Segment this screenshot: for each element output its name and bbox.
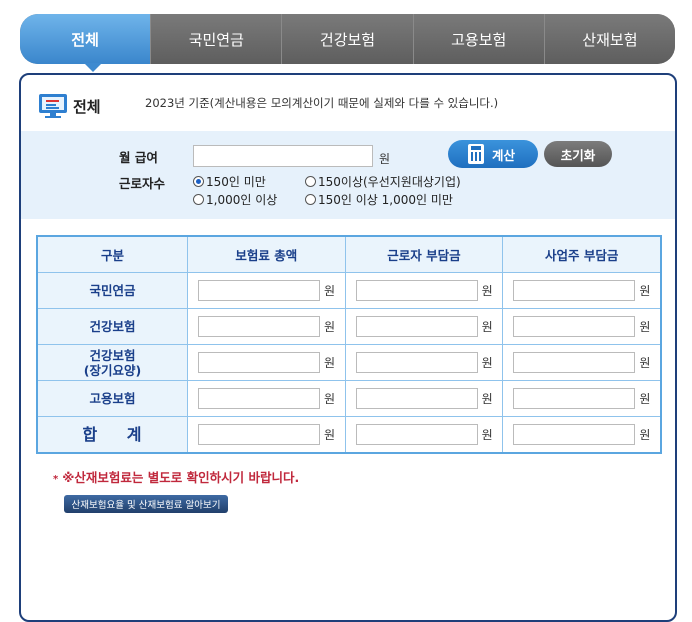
employee-field[interactable] bbox=[355, 424, 478, 445]
employee-field[interactable] bbox=[355, 388, 478, 409]
total-field[interactable] bbox=[198, 280, 320, 301]
row-label: 건강보험 bbox=[36, 308, 188, 345]
notice-bullet: * bbox=[53, 474, 59, 485]
total-field[interactable] bbox=[198, 352, 320, 373]
tab-all[interactable]: 전체 bbox=[20, 14, 151, 64]
input-form: 월 급여 원 계산 초기화 근로자수 150인 미만 150이상(우선지원대상기… bbox=[21, 131, 675, 219]
employer-field[interactable] bbox=[513, 352, 636, 373]
tab-health-insurance[interactable]: 건강보험 bbox=[281, 14, 413, 64]
page-title: 전체 bbox=[73, 97, 101, 116]
table-row-total: 합 계 원 원 원 bbox=[36, 416, 662, 454]
calculate-label: 계산 bbox=[492, 147, 516, 163]
radio-under-150[interactable]: 150인 미만 bbox=[193, 173, 266, 190]
table-row: 고용보험 원 원 원 bbox=[36, 380, 662, 417]
employee-field[interactable] bbox=[355, 316, 478, 337]
radio-150-to-1000[interactable]: 150인 이상 1,000인 미만 bbox=[305, 191, 453, 208]
calculator-icon bbox=[468, 144, 484, 164]
wage-unit: 원 bbox=[379, 152, 391, 166]
row-label: 고용보험 bbox=[36, 380, 188, 417]
col-category: 구분 bbox=[36, 235, 188, 273]
table-header-row: 구분 보험료 총액 근로자 부담금 사업주 부담금 bbox=[36, 235, 662, 273]
col-employer-share: 사업주 부담금 bbox=[502, 235, 662, 273]
total-field[interactable] bbox=[198, 316, 320, 337]
employer-field[interactable] bbox=[513, 388, 636, 409]
radio-dot bbox=[193, 176, 204, 187]
workers-label: 근로자수 bbox=[119, 176, 166, 191]
employer-field[interactable] bbox=[513, 424, 636, 445]
wage-input[interactable] bbox=[193, 145, 373, 167]
col-total-premium: 보험료 총액 bbox=[187, 235, 346, 273]
radio-dot bbox=[193, 194, 204, 205]
calculator-panel: 전체 2023년 기준(계산내용은 모의계산이기 때문에 실제와 다를 수 있습… bbox=[19, 73, 677, 622]
monitor-icon bbox=[39, 94, 67, 118]
employer-field[interactable] bbox=[513, 316, 636, 337]
total-field[interactable] bbox=[198, 388, 320, 409]
radio-150-priority[interactable]: 150이상(우선지원대상기업) bbox=[305, 173, 461, 190]
wage-label: 월 급여 bbox=[119, 150, 158, 165]
col-employee-share: 근로자 부담금 bbox=[344, 235, 504, 273]
tab-employment-insurance[interactable]: 고용보험 bbox=[412, 14, 544, 64]
industrial-accident-notice: * ※산재보험료는 별도로 확인하시기 바랍니다. bbox=[53, 470, 300, 485]
tab-industrial-accident[interactable]: 산재보험 bbox=[543, 14, 675, 64]
radio-dot bbox=[305, 176, 316, 187]
employee-field[interactable] bbox=[355, 280, 478, 301]
radio-dot bbox=[305, 194, 316, 205]
panel-header: 전체 bbox=[39, 93, 101, 119]
radio-1000-over[interactable]: 1,000인 이상 bbox=[193, 191, 277, 208]
employer-field[interactable] bbox=[513, 280, 636, 301]
reset-button[interactable]: 초기화 bbox=[544, 141, 612, 167]
industrial-accident-link-button[interactable]: 산재보험요율 및 산재보험료 알아보기 bbox=[64, 495, 228, 513]
calculate-button[interactable]: 계산 bbox=[448, 140, 538, 168]
employee-field[interactable] bbox=[355, 352, 478, 373]
table-row: 국민연금 원 원 원 bbox=[36, 272, 662, 309]
tab-national-pension[interactable]: 국민연금 bbox=[150, 14, 282, 64]
premium-table: 구분 보험료 총액 근로자 부담금 사업주 부담금 국민연금 원 원 원 건강보… bbox=[36, 235, 662, 454]
basis-note: 2023년 기준(계산내용은 모의계산이기 때문에 실제와 다를 수 있습니다.… bbox=[145, 96, 499, 110]
total-field[interactable] bbox=[198, 424, 320, 445]
row-label: 국민연금 bbox=[36, 272, 188, 309]
tab-bar: 전체 국민연금 건강보험 고용보험 산재보험 bbox=[20, 14, 675, 64]
row-label: 합 계 bbox=[36, 416, 188, 454]
active-tab-pointer bbox=[84, 63, 102, 72]
row-label: 건강보험 (장기요양) bbox=[36, 344, 188, 381]
table-row: 건강보험 원 원 원 bbox=[36, 308, 662, 345]
table-row: 건강보험 (장기요양) 원 원 원 bbox=[36, 344, 662, 381]
